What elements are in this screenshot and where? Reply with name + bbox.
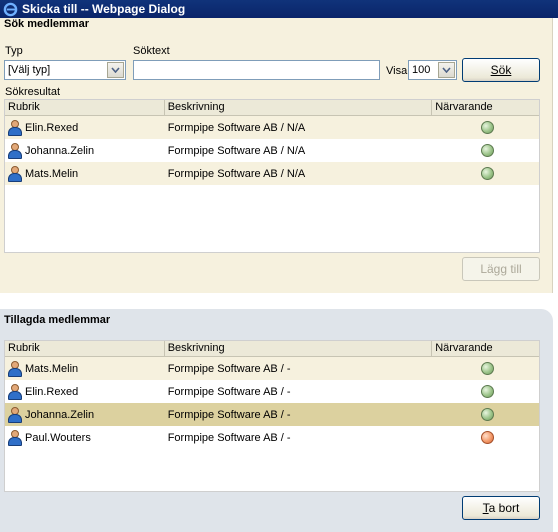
member-name: Elin.Rexed	[25, 121, 79, 134]
show-count-value: 100	[412, 64, 431, 76]
table-row-selected[interactable]: Johanna.Zelin Formpipe Software AB / -	[5, 403, 539, 426]
added-members-table: Rubrik Beskrivning Närvarande Mats.Melin…	[4, 340, 540, 492]
member-description: Formpipe Software AB / -	[167, 408, 291, 421]
search-section-title: Sök medlemmar	[4, 18, 89, 30]
table-row[interactable]: Johanna.Zelin Formpipe Software AB / N/A	[5, 139, 539, 162]
column-header-rubrik[interactable]: Rubrik	[5, 341, 165, 356]
user-icon	[8, 142, 22, 159]
remove-button-label: Ta bort	[482, 501, 520, 515]
search-results-table: Rubrik Beskrivning Närvarande Elin.Rexed…	[4, 99, 540, 253]
user-icon	[8, 360, 22, 377]
chevron-down-icon[interactable]	[107, 62, 124, 78]
window-edge	[553, 18, 558, 532]
presence-available-icon	[480, 362, 494, 375]
member-description: Formpipe Software AB / N/A	[167, 167, 306, 180]
column-header-rubrik[interactable]: Rubrik	[5, 100, 165, 115]
type-select-value: [Välj typ]	[8, 64, 51, 76]
add-button[interactable]: Lägg till	[462, 257, 540, 281]
column-header-beskrivning[interactable]: Beskrivning	[165, 341, 433, 356]
table-header: Rubrik Beskrivning Närvarande	[5, 100, 539, 116]
search-button[interactable]: Sök	[462, 58, 540, 82]
table-header: Rubrik Beskrivning Närvarande	[5, 341, 539, 357]
presence-available-icon	[480, 385, 494, 398]
member-name: Elin.Rexed	[25, 385, 79, 398]
member-name: Mats.Melin	[25, 362, 79, 375]
column-header-narvarande[interactable]: Närvarande	[432, 100, 539, 115]
presence-busy-icon	[480, 431, 494, 444]
presence-available-icon	[480, 144, 494, 157]
member-description: Formpipe Software AB / -	[167, 431, 291, 444]
search-button-label: Sök	[490, 63, 512, 77]
type-select[interactable]: [Välj typ]	[4, 60, 126, 80]
column-header-narvarande[interactable]: Närvarande	[432, 341, 539, 356]
user-icon	[8, 429, 22, 446]
presence-available-icon	[480, 167, 494, 180]
table-row[interactable]: Elin.Rexed Formpipe Software AB / N/A	[5, 116, 539, 139]
column-header-beskrivning[interactable]: Beskrivning	[165, 100, 433, 115]
window-title: Skicka till -- Webpage Dialog	[22, 2, 186, 16]
member-name: Johanna.Zelin	[25, 144, 95, 157]
member-description: Formpipe Software AB / N/A	[167, 121, 306, 134]
chevron-down-icon[interactable]	[438, 62, 455, 78]
table-row[interactable]: Paul.Wouters Formpipe Software AB / -	[5, 426, 539, 449]
remove-button[interactable]: Ta bort	[462, 496, 540, 520]
add-button-label: Lägg till	[480, 262, 522, 276]
user-icon	[8, 406, 22, 423]
ie-logo-icon	[3, 2, 18, 16]
added-section-title: Tillagda medlemmar	[4, 314, 111, 326]
member-description: Formpipe Software AB / -	[167, 362, 291, 375]
presence-available-icon	[480, 408, 494, 421]
user-icon	[8, 119, 22, 136]
member-name: Paul.Wouters	[25, 431, 91, 444]
window-titlebar: Skicka till -- Webpage Dialog	[0, 0, 558, 18]
user-icon	[8, 383, 22, 400]
search-input[interactable]	[133, 60, 380, 80]
member-name: Johanna.Zelin	[25, 408, 95, 421]
user-icon	[8, 165, 22, 182]
member-description: Formpipe Software AB / -	[167, 385, 291, 398]
member-description: Formpipe Software AB / N/A	[167, 144, 306, 157]
searchtext-label: Söktext	[133, 45, 170, 57]
show-label: Visa	[386, 65, 408, 77]
show-count-select[interactable]: 100	[408, 60, 457, 80]
type-label: Typ	[5, 45, 23, 57]
table-row[interactable]: Mats.Melin Formpipe Software AB / N/A	[5, 162, 539, 185]
table-row[interactable]: Mats.Melin Formpipe Software AB / -	[5, 357, 539, 380]
presence-available-icon	[480, 121, 494, 134]
member-name: Mats.Melin	[25, 167, 79, 180]
results-label: Sökresultat	[5, 86, 61, 98]
table-row[interactable]: Elin.Rexed Formpipe Software AB / -	[5, 380, 539, 403]
